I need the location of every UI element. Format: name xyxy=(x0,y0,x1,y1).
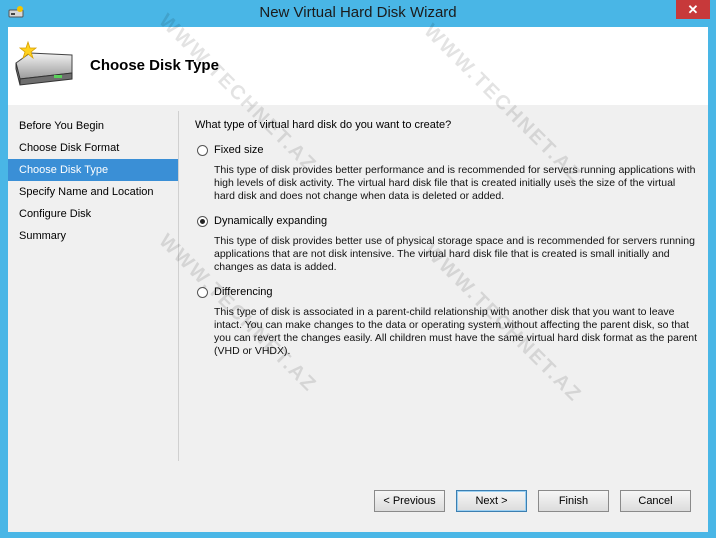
step-before-you-begin[interactable]: Before You Begin xyxy=(8,115,178,137)
step-specify-name-and-location[interactable]: Specify Name and Location xyxy=(8,181,178,203)
previous-button[interactable]: < Previous xyxy=(374,490,445,512)
option-label[interactable]: Fixed size xyxy=(214,144,264,156)
step-configure-disk[interactable]: Configure Disk xyxy=(8,203,178,225)
cancel-button[interactable]: Cancel xyxy=(620,490,691,512)
disk-type-question: What type of virtual hard disk do you wa… xyxy=(195,119,452,131)
step-choose-disk-format[interactable]: Choose Disk Format xyxy=(8,137,178,159)
option-label[interactable]: Dynamically expanding xyxy=(214,215,327,227)
radio-checked-icon[interactable] xyxy=(197,216,208,227)
option-description: This type of disk is associated in a par… xyxy=(214,306,698,357)
step-choose-disk-type[interactable]: Choose Disk Type xyxy=(8,159,178,181)
step-summary[interactable]: Summary xyxy=(8,225,178,247)
wizard-client-area: Choose Disk Type Before You Begin Choose… xyxy=(8,27,708,532)
finish-button[interactable]: Finish xyxy=(538,490,609,512)
radio-icon[interactable] xyxy=(197,287,208,298)
next-button[interactable]: Next > xyxy=(456,490,527,512)
option-description: This type of disk provides better perfor… xyxy=(214,164,696,202)
window-title: New Virtual Hard Disk Wizard xyxy=(259,4,457,21)
wizard-body: Before You Begin Choose Disk Format Choo… xyxy=(8,105,708,532)
page-title: Choose Disk Type xyxy=(90,57,219,74)
wizard-header: Choose Disk Type xyxy=(8,27,708,105)
disk-type-panel: What type of virtual hard disk do you wa… xyxy=(195,119,697,357)
option-description: This type of disk provides better use of… xyxy=(214,235,695,273)
wizard-window: New Virtual Hard Disk Wizard ✕ Choose Di… xyxy=(0,0,716,538)
radio-icon[interactable] xyxy=(197,145,208,156)
steps-divider xyxy=(178,111,179,461)
title-bar[interactable]: New Virtual Hard Disk Wizard ✕ xyxy=(0,0,716,26)
wizard-steps: Before You Begin Choose Disk Format Choo… xyxy=(8,115,178,247)
new-hard-disk-icon xyxy=(15,40,73,86)
close-button[interactable]: ✕ xyxy=(676,0,710,19)
option-label[interactable]: Differencing xyxy=(214,286,273,298)
